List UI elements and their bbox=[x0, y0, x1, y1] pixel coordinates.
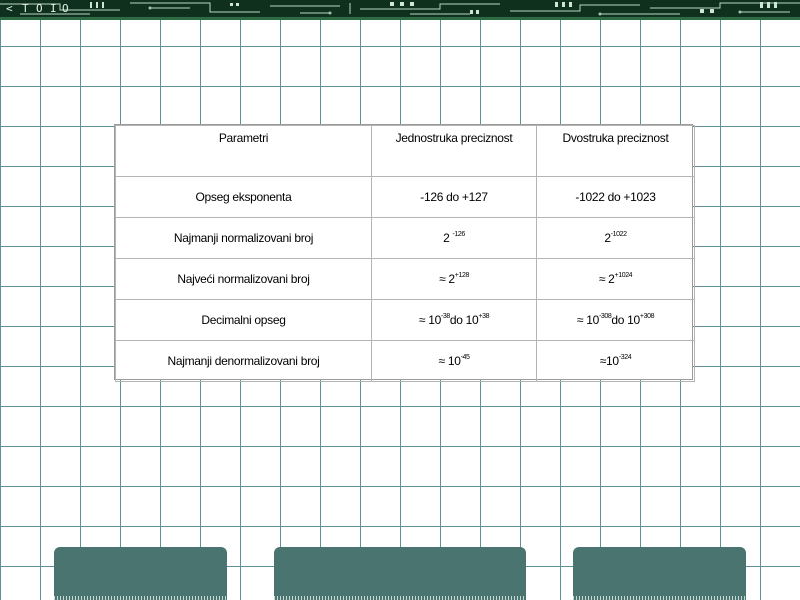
svg-text:O: O bbox=[62, 2, 69, 15]
row-label: Decimalni opseg bbox=[115, 299, 372, 341]
header-double-precision: Dvostruka preciznost bbox=[536, 125, 695, 177]
single-precision-value: ≈ 10-45 bbox=[371, 340, 537, 382]
single-precision-value: -126 do +127 bbox=[371, 176, 537, 218]
double-precision-value: ≈ 10-308do 10+308 bbox=[536, 299, 695, 341]
double-precision-value: 2-1022 bbox=[536, 217, 695, 259]
header-strip-edge bbox=[0, 17, 800, 20]
double-precision-value: ≈10-324 bbox=[536, 340, 695, 382]
table-row: Decimalni opseg ≈ 10-38do 10+38 ≈ 10-308… bbox=[115, 299, 695, 341]
table-row: Najmanji denormalizovani broj ≈ 10-45 ≈1… bbox=[115, 340, 695, 382]
circuit-board-icon: < T O I O bbox=[0, 2, 800, 16]
circuit-board-header-image: < T O I O bbox=[0, 0, 800, 17]
double-precision-value: -1022 do +1023 bbox=[536, 176, 695, 218]
nav-button-center[interactable] bbox=[274, 547, 526, 600]
row-label: Najmanji normalizovani broj bbox=[115, 217, 372, 259]
parameters-table: Parametri Jednostruka preciznost Dvostru… bbox=[115, 125, 695, 382]
header-parameters: Parametri bbox=[115, 125, 372, 177]
single-precision-value: 2 -126 bbox=[371, 217, 537, 259]
floating-point-parameters-table: Parametri Jednostruka preciznost Dvostru… bbox=[114, 124, 695, 382]
row-label: Opseg eksponenta bbox=[115, 176, 372, 218]
table-header-row: Parametri Jednostruka preciznost Dvostru… bbox=[115, 125, 695, 177]
svg-text:<: < bbox=[6, 2, 13, 15]
button-stripe bbox=[274, 596, 526, 600]
button-stripe bbox=[54, 596, 227, 600]
table-row: Najveći normalizovani broj ≈ 2+128 ≈ 2+1… bbox=[115, 258, 695, 300]
single-precision-value: ≈ 2+128 bbox=[371, 258, 537, 300]
table-row: Opseg eksponenta -126 do +127 -1022 do +… bbox=[115, 176, 695, 218]
row-label: Najveći normalizovani broj bbox=[115, 258, 372, 300]
svg-text:T: T bbox=[22, 2, 29, 15]
svg-text:O: O bbox=[36, 2, 43, 15]
double-precision-value: ≈ 2+1024 bbox=[536, 258, 695, 300]
nav-button-right[interactable] bbox=[573, 547, 746, 600]
table-row: Najmanji normalizovani broj 2 -126 2-102… bbox=[115, 217, 695, 259]
button-stripe bbox=[573, 596, 746, 600]
single-precision-value: ≈ 10-38do 10+38 bbox=[371, 299, 537, 341]
header-single-precision: Jednostruka preciznost bbox=[371, 125, 537, 177]
nav-button-left[interactable] bbox=[54, 547, 227, 600]
row-label: Najmanji denormalizovani broj bbox=[115, 340, 372, 382]
svg-text:I: I bbox=[50, 2, 57, 15]
